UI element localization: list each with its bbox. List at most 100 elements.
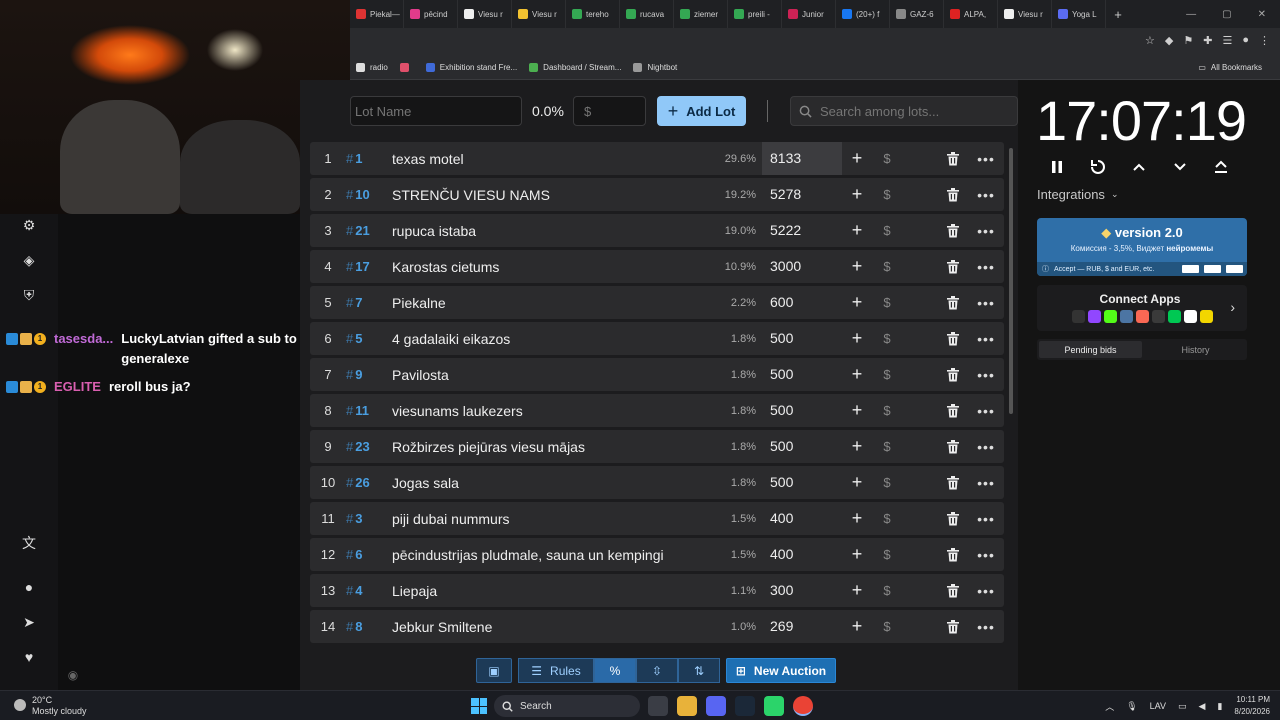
lot-amount-input[interactable]: 269	[762, 610, 842, 643]
add-amount-button[interactable]: +	[842, 544, 872, 565]
lot-amount-input[interactable]: 500	[762, 322, 842, 355]
taskbar-search[interactable]: Search	[494, 695, 640, 717]
lot-amount-input[interactable]: 500	[762, 358, 842, 391]
new-tab-button[interactable]: +	[1106, 0, 1130, 28]
add-amount-button[interactable]: +	[842, 292, 872, 313]
github-icon[interactable]: ●	[16, 576, 42, 598]
add-amount-button[interactable]: +	[842, 256, 872, 277]
browser-tab[interactable]: (20+) f	[836, 0, 890, 28]
bookmark-item[interactable]: Exhibition stand Fre...	[420, 63, 523, 72]
time-down-button[interactable]	[1171, 156, 1189, 178]
sort-button[interactable]: ⇅	[678, 658, 720, 683]
browser-tab[interactable]: Viesu r	[998, 0, 1052, 28]
chat-username[interactable]: EGLITE	[54, 377, 101, 397]
lot-amount-input[interactable]: 500	[762, 430, 842, 463]
delete-lot-button[interactable]	[938, 583, 968, 598]
dollar-icon[interactable]: $	[872, 259, 902, 274]
add-amount-button[interactable]: +	[842, 364, 872, 385]
lot-name[interactable]: Karostas cietums	[392, 259, 692, 275]
dollar-icon[interactable]: $	[872, 583, 902, 598]
more-options-icon[interactable]: •••	[968, 367, 1004, 383]
delete-lot-button[interactable]	[938, 475, 968, 490]
browser-tab[interactable]: pēcind	[404, 0, 458, 28]
minimize-icon[interactable]: —	[1186, 9, 1196, 20]
lot-name[interactable]: STRENČU VIESU NAMS	[392, 187, 692, 203]
more-options-icon[interactable]: •••	[968, 403, 1004, 419]
connect-apps-card[interactable]: Connect Apps ›	[1037, 285, 1247, 331]
lot-amount-input[interactable]: 500	[762, 394, 842, 427]
tab-search-icon[interactable]: ☰	[1222, 34, 1232, 47]
more-options-icon[interactable]: •••	[968, 511, 1004, 527]
obs-app-icon[interactable]	[764, 696, 784, 716]
puzzle-icon[interactable]: ✚	[1203, 34, 1212, 47]
bookmark-item[interactable]: radio	[350, 63, 394, 72]
reset-button[interactable]	[1089, 156, 1107, 178]
save-button[interactable]: ▣	[476, 658, 512, 683]
twitch-icon[interactable]	[1088, 310, 1101, 323]
shield-icon[interactable]: ⛨	[16, 284, 42, 306]
more-options-icon[interactable]: •••	[968, 259, 1004, 275]
extension-icon[interactable]: ◆	[1165, 34, 1173, 47]
chevron-up-icon[interactable]: ︿	[1105, 700, 1114, 713]
donate-hand-icon[interactable]: ♥	[16, 646, 42, 668]
browser-tab[interactable]: Viesu r	[512, 0, 566, 28]
more-options-icon[interactable]: •••	[968, 583, 1004, 599]
lot-name[interactable]: pēcindustrijas pludmale, sauna un kempin…	[392, 547, 692, 563]
time-up-button[interactable]	[1130, 156, 1148, 178]
lot-name[interactable]: Pavilosta	[392, 367, 692, 383]
more-options-icon[interactable]: •••	[968, 187, 1004, 203]
profile-avatar[interactable]: ●	[1242, 34, 1249, 47]
lot-amount-input[interactable]: 500	[762, 466, 842, 499]
file-explorer-icon[interactable]	[677, 696, 697, 716]
menu-icon[interactable]: ⋮	[1259, 34, 1270, 47]
add-amount-button[interactable]: +	[842, 184, 872, 205]
taskbar-clock[interactable]: 10:11 PM 8/20/2026	[1234, 694, 1270, 718]
lot-name-input[interactable]	[350, 96, 522, 126]
lot-amount-input[interactable]: 5222	[762, 214, 842, 247]
tab-pending-bids[interactable]: Pending bids	[1039, 341, 1142, 358]
lot-amount-input[interactable]: 3000	[762, 250, 842, 283]
dollar-icon[interactable]: $	[872, 475, 902, 490]
browser-tab[interactable]: Junior	[782, 0, 836, 28]
delete-lot-button[interactable]	[938, 259, 968, 274]
lot-amount-input[interactable]: 600	[762, 286, 842, 319]
lot-amount-input[interactable]: 400	[762, 538, 842, 571]
add-amount-button[interactable]: +	[842, 580, 872, 601]
donation-widget-card[interactable]: ◆ version 2.0 Комиссия - 3,5%, Виджет не…	[1037, 218, 1247, 276]
tab-history[interactable]: History	[1144, 339, 1247, 360]
delete-lot-button[interactable]	[938, 547, 968, 562]
split-button[interactable]: ⇳	[636, 658, 678, 683]
network-icon[interactable]: ▭	[1178, 701, 1187, 712]
weather-widget[interactable]: 20°C Mostly cloudy	[14, 695, 87, 717]
delete-lot-button[interactable]	[938, 511, 968, 526]
dollar-icon[interactable]: $	[872, 223, 902, 238]
time-double-up-button[interactable]	[1212, 156, 1230, 178]
add-amount-button[interactable]: +	[842, 148, 872, 169]
lot-name[interactable]: viesunams laukezers	[392, 403, 692, 419]
dollar-icon[interactable]: $	[872, 367, 902, 382]
steam-icon[interactable]	[735, 696, 755, 716]
link-icon[interactable]	[1168, 310, 1181, 323]
language-indicator[interactable]: LAV	[1150, 701, 1166, 711]
more-options-icon[interactable]: •••	[968, 331, 1004, 347]
all-bookmarks-button[interactable]: ▭ All Bookmarks	[1192, 63, 1268, 72]
browser-tab[interactable]: tereho	[566, 0, 620, 28]
boosty-icon[interactable]	[1136, 310, 1149, 323]
windows-start-icon[interactable]	[471, 698, 487, 714]
donatepay-icon[interactable]	[1152, 310, 1165, 323]
integrations-dropdown[interactable]: Integrations ⌄	[1037, 187, 1118, 202]
delete-lot-button[interactable]	[938, 619, 968, 634]
lot-name[interactable]: Jogas sala	[392, 475, 692, 491]
lot-name[interactable]: Jebkur Smiltene	[392, 619, 692, 635]
bookmark-item[interactable]: Dashboard / Stream...	[523, 63, 627, 72]
battery-icon[interactable]: ▮	[1217, 701, 1222, 712]
vk-icon[interactable]	[1120, 310, 1133, 323]
dollar-icon[interactable]: $	[872, 547, 902, 562]
lot-amount-input[interactable]: 8133	[762, 142, 842, 175]
delete-lot-button[interactable]	[938, 223, 968, 238]
delete-lot-button[interactable]	[938, 439, 968, 454]
lot-name[interactable]: rupuca istaba	[392, 223, 692, 239]
add-amount-button[interactable]: +	[842, 400, 872, 421]
translate-icon[interactable]: 文	[16, 532, 42, 554]
dollar-icon[interactable]: $	[872, 151, 902, 166]
